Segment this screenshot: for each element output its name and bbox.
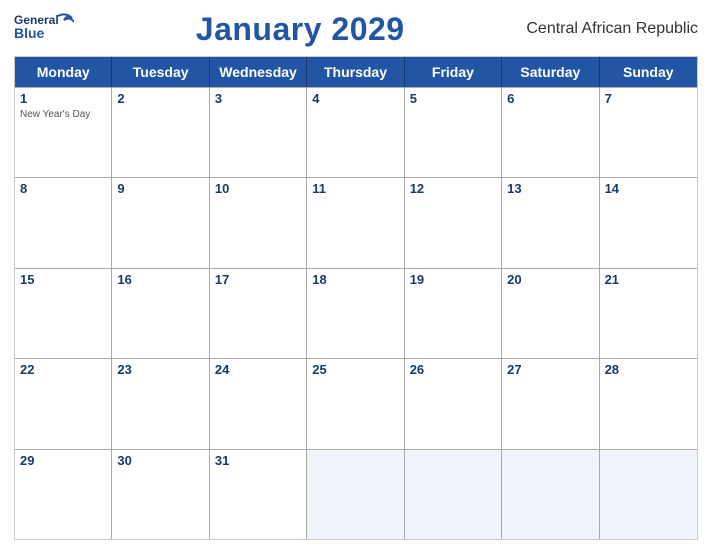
- day-number: 8: [20, 181, 106, 196]
- logo-icon: General Blue: [14, 10, 74, 48]
- calendar-title: January 2029: [74, 11, 526, 48]
- day-number: 17: [215, 272, 301, 287]
- calendar-week-1: 1 New Year's Day 234567: [15, 87, 697, 177]
- weekday-thursday: Thursday: [307, 57, 404, 87]
- day-number: 20: [507, 272, 593, 287]
- calendar-cell-w4d2: 23: [112, 359, 209, 448]
- day-number: 24: [215, 362, 301, 377]
- header: General Blue January 2029 Central Africa…: [14, 10, 698, 48]
- calendar-cell-w3d7: 21: [600, 269, 697, 358]
- calendar-cell-w2d1: 8: [15, 178, 112, 267]
- calendar-cell-w1d2: 2: [112, 88, 209, 177]
- day-number: 5: [410, 91, 496, 106]
- day-number: 10: [215, 181, 301, 196]
- calendar-week-5: 29 30 31: [15, 449, 697, 539]
- day-number: 3: [215, 91, 301, 106]
- calendar-cell-w3d1: 15: [15, 269, 112, 358]
- calendar-cell-w1d1: 1 New Year's Day: [15, 88, 112, 177]
- calendar-cell-w5d4: [307, 450, 404, 539]
- logo: General Blue: [14, 10, 74, 48]
- calendar-cell-w2d4: 11: [307, 178, 404, 267]
- calendar-cell-w5d2: 30: [112, 450, 209, 539]
- day-event: New Year's Day: [20, 108, 106, 121]
- day-number: 18: [312, 272, 398, 287]
- calendar-cell-w1d5: 5: [405, 88, 502, 177]
- title-block: January 2029: [74, 11, 526, 48]
- day-number: 12: [410, 181, 496, 196]
- calendar-cell-w3d2: 16: [112, 269, 209, 358]
- calendar-cell-w1d6: 6: [502, 88, 599, 177]
- calendar-cell-w3d4: 18: [307, 269, 404, 358]
- calendar-cell-w5d7: [600, 450, 697, 539]
- day-number: 1: [20, 91, 106, 106]
- calendar-body: 1New Year's Day2345678910111213141516171…: [15, 87, 697, 539]
- calendar-header: Monday Tuesday Wednesday Thursday Friday…: [15, 57, 697, 87]
- weekday-tuesday: Tuesday: [112, 57, 209, 87]
- calendar-cell-w3d5: 19: [405, 269, 502, 358]
- calendar-cell-w5d5: [405, 450, 502, 539]
- calendar-cell-w5d6: [502, 450, 599, 539]
- calendar-week-4: 22 23 24 25 26 27 28: [15, 358, 697, 448]
- day-number: 13: [507, 181, 593, 196]
- day-number: 14: [605, 181, 692, 196]
- weekday-wednesday: Wednesday: [210, 57, 307, 87]
- calendar-cell-w2d7: 14: [600, 178, 697, 267]
- calendar-cell-w1d7: 7: [600, 88, 697, 177]
- calendar-cell-w2d3: 10: [210, 178, 307, 267]
- weekday-sunday: Sunday: [600, 57, 697, 87]
- calendar-cell-w3d3: 17: [210, 269, 307, 358]
- calendar-week-2: 89 10 11 12 13 14: [15, 177, 697, 267]
- calendar-cell-w1d4: 4: [307, 88, 404, 177]
- day-number: 11: [312, 181, 398, 196]
- svg-text:Blue: Blue: [14, 25, 45, 41]
- weekday-friday: Friday: [405, 57, 502, 87]
- calendar-page: General Blue January 2029 Central Africa…: [0, 0, 712, 550]
- day-number: 28: [605, 362, 692, 377]
- day-number: 7: [605, 91, 692, 106]
- calendar: Monday Tuesday Wednesday Thursday Friday…: [14, 56, 698, 540]
- day-number: 9: [117, 181, 203, 196]
- weekday-saturday: Saturday: [502, 57, 599, 87]
- day-number: 30: [117, 453, 203, 468]
- day-number: 29: [20, 453, 106, 468]
- day-number: 21: [605, 272, 692, 287]
- calendar-cell-w4d4: 25: [307, 359, 404, 448]
- calendar-cell-w2d2: 9: [112, 178, 209, 267]
- weekday-monday: Monday: [15, 57, 112, 87]
- country-label: Central African Republic: [526, 20, 698, 38]
- day-number: 19: [410, 272, 496, 287]
- calendar-cell-w4d3: 24: [210, 359, 307, 448]
- day-number: 4: [312, 91, 398, 106]
- day-number: 25: [312, 362, 398, 377]
- day-number: 31: [215, 453, 301, 468]
- day-number: 16: [117, 272, 203, 287]
- calendar-cell-w4d5: 26: [405, 359, 502, 448]
- day-number: 15: [20, 272, 106, 287]
- calendar-cell-w3d6: 20: [502, 269, 599, 358]
- day-number: 6: [507, 91, 593, 106]
- day-number: 23: [117, 362, 203, 377]
- calendar-cell-w2d6: 13: [502, 178, 599, 267]
- calendar-cell-w4d7: 28: [600, 359, 697, 448]
- calendar-cell-w1d3: 3: [210, 88, 307, 177]
- day-number: 2: [117, 91, 203, 106]
- calendar-cell-w5d3: 31: [210, 450, 307, 539]
- day-number: 22: [20, 362, 106, 377]
- day-number: 27: [507, 362, 593, 377]
- day-number: 26: [410, 362, 496, 377]
- calendar-cell-w4d6: 27: [502, 359, 599, 448]
- calendar-cell-w5d1: 29: [15, 450, 112, 539]
- calendar-cell-w2d5: 12: [405, 178, 502, 267]
- calendar-week-3: 15 16 17 18 19 20 21: [15, 268, 697, 358]
- calendar-cell-w4d1: 22: [15, 359, 112, 448]
